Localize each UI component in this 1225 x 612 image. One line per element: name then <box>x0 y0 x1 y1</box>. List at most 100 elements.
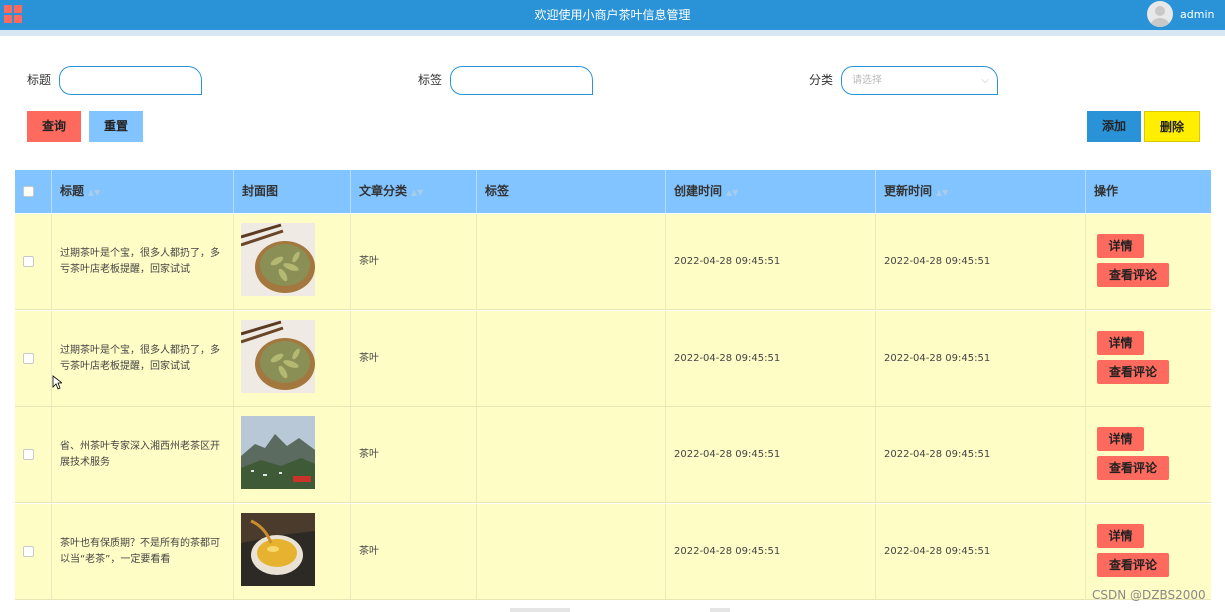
row-updated-time: 2022-04-28 09:45:51 <box>884 449 991 460</box>
cover-cell <box>234 503 351 600</box>
sort-icon: ▲▼ <box>726 188 739 197</box>
cover-image <box>241 416 315 489</box>
row-created-time: 2022-04-28 09:45:51 <box>674 352 781 364</box>
row-updated-time: 2022-04-28 09:45:51 <box>884 545 991 557</box>
column-header-actions: 操作 <box>1094 184 1119 198</box>
cover-image <box>241 223 315 296</box>
created-cell: 2022-04-28 09:45:51 <box>666 503 876 600</box>
checkbox-cell <box>15 503 52 600</box>
tag-cell <box>477 503 666 600</box>
cover-image <box>241 512 315 586</box>
pagination-next <box>710 608 730 612</box>
tag-label: 标签 <box>418 73 443 87</box>
tag-cell <box>477 214 666 310</box>
row-category: 茶叶 <box>359 545 379 557</box>
table-row: 过期茶叶是个宝，很多人都扔了，多亏茶叶店老板提醒，回家试试 茶叶 2022-04-2… <box>15 214 1211 310</box>
category-cell: 茶叶 <box>351 310 477 407</box>
view-comments-button[interactable]: 查看评论 <box>1097 456 1169 480</box>
cover-cell <box>234 214 351 310</box>
detail-button[interactable]: 详情 <box>1097 523 1144 548</box>
table-row: 茶叶也有保质期？不是所有的茶都可以当“老茶”，一定要看看 茶叶 2022-04-28… <box>15 503 1211 600</box>
cover-cell <box>234 407 351 503</box>
column-header-title[interactable]: 标题 ▲▼ <box>52 170 234 213</box>
column-header-cover: 封面图 <box>234 170 351 213</box>
view-comments-button[interactable]: 查看评论 <box>1097 359 1169 384</box>
column-header-tag: 标签 <box>477 170 666 213</box>
pagination <box>510 608 570 612</box>
title-cell: 茶叶也有保质期？不是所有的茶都可以当“老茶”，一定要看看 <box>52 503 234 600</box>
category-cell: 茶叶 <box>351 214 477 310</box>
cover-image <box>241 319 315 393</box>
header-checkbox-cell <box>15 170 52 213</box>
sort-icon: ▲▼ <box>411 188 424 197</box>
actions-cell: 详情 查看评论 <box>1086 504 1211 600</box>
row-category: 茶叶 <box>359 449 379 460</box>
tag-cell <box>477 407 666 503</box>
mouse-cursor-icon <box>52 375 62 390</box>
detail-button[interactable]: 详情 <box>1097 330 1144 355</box>
row-created-time: 2022-04-28 09:45:51 <box>674 449 781 460</box>
user-avatar-icon[interactable] <box>1147 1 1173 27</box>
title-cell: 过期茶叶是个宝，很多人都扔了，多亏茶叶店老板提醒，回家试试 <box>52 214 234 310</box>
top-bar-strip <box>0 30 1225 36</box>
created-cell: 2022-04-28 09:45:51 <box>666 214 876 310</box>
title-cell: 过期茶叶是个宝，很多人都扔了，多亏茶叶店老板提醒，回家试试 <box>52 310 234 407</box>
column-header-category[interactable]: 文章分类 ▲▼ <box>351 170 477 213</box>
row-title: 茶叶也有保质期？不是所有的茶都可以当“老茶”，一定要看看 <box>60 537 220 565</box>
sort-icon: ▲▼ <box>936 188 949 197</box>
row-title: 过期茶叶是个宝，很多人都扔了，多亏茶叶店老板提醒，回家试试 <box>60 344 220 372</box>
table-header: 标题 ▲▼ 封面图 文章分类 ▲▼ 标签 创建时间 ▲▼ 更新时间 ▲▼ 操作 <box>15 170 1211 213</box>
actions-cell: 详情 查看评论 <box>1086 214 1211 310</box>
category-select[interactable]: 请选择 ⌵ <box>841 66 998 95</box>
query-button[interactable]: 查询 <box>27 111 81 142</box>
checkbox-cell <box>15 407 52 503</box>
reset-button[interactable]: 重置 <box>89 111 143 142</box>
category-placeholder: 请选择 <box>852 75 882 86</box>
add-button[interactable]: 添加 <box>1087 111 1141 142</box>
app-title: 欢迎使用小商户茶叶信息管理 <box>534 8 691 22</box>
delete-button[interactable]: 删除 <box>1144 111 1200 142</box>
title-cell: 省、州茶叶专家深入湘西州老茶区开展技术服务 <box>52 407 234 503</box>
row-updated-time: 2022-04-28 09:45:51 <box>884 256 991 267</box>
updated-cell: 2022-04-28 09:45:51 <box>876 310 1086 407</box>
detail-button[interactable]: 详情 <box>1097 234 1144 258</box>
created-cell: 2022-04-28 09:45:51 <box>666 407 876 503</box>
row-title: 省、州茶叶专家深入湘西州老茶区开展技术服务 <box>60 441 220 468</box>
updated-cell: 2022-04-28 09:45:51 <box>876 503 1086 600</box>
row-title: 过期茶叶是个宝，很多人都扔了，多亏茶叶店老板提醒，回家试试 <box>60 248 220 275</box>
row-category: 茶叶 <box>359 352 379 364</box>
updated-cell: 2022-04-28 09:45:51 <box>876 214 1086 310</box>
tag-input[interactable] <box>450 66 593 95</box>
view-comments-button[interactable]: 查看评论 <box>1097 552 1169 577</box>
row-category: 茶叶 <box>359 256 379 267</box>
row-checkbox[interactable] <box>23 545 34 557</box>
cover-cell <box>234 310 351 407</box>
user-name[interactable]: admin <box>1180 0 1214 30</box>
tag-cell <box>477 310 666 407</box>
column-header-created[interactable]: 创建时间 ▲▼ <box>666 170 876 213</box>
row-created-time: 2022-04-28 09:45:51 <box>674 256 781 267</box>
created-cell: 2022-04-28 09:45:51 <box>666 310 876 407</box>
title-input[interactable] <box>59 66 202 95</box>
row-checkbox[interactable] <box>23 256 34 267</box>
category-cell: 茶叶 <box>351 407 477 503</box>
table-row: 过期茶叶是个宝，很多人都扔了，多亏茶叶店老板提醒，回家试试 茶叶 2022-04-2… <box>15 310 1211 407</box>
row-created-time: 2022-04-28 09:45:51 <box>674 545 781 557</box>
detail-button[interactable]: 详情 <box>1097 427 1144 451</box>
column-header-updated[interactable]: 更新时间 ▲▼ <box>876 170 1086 213</box>
checkbox-cell <box>15 214 52 310</box>
watermark: CSDN @DZBS2000 <box>1092 588 1206 602</box>
row-updated-time: 2022-04-28 09:45:51 <box>884 352 991 364</box>
chevron-down-icon: ⌵ <box>981 75 989 86</box>
checkbox-cell <box>15 310 52 407</box>
actions-cell: 详情 查看评论 <box>1086 407 1211 503</box>
table-row: 省、州茶叶专家深入湘西州老茶区开展技术服务 茶叶 2022-04-28 09:45:… <box>15 407 1211 503</box>
row-checkbox[interactable] <box>23 449 34 460</box>
select-all-checkbox[interactable] <box>23 186 34 197</box>
updated-cell: 2022-04-28 09:45:51 <box>876 407 1086 503</box>
category-label: 分类 <box>809 73 834 87</box>
row-checkbox[interactable] <box>23 352 34 364</box>
title-label: 标题 <box>27 73 52 87</box>
view-comments-button[interactable]: 查看评论 <box>1097 263 1169 287</box>
sort-icon: ▲▼ <box>88 188 101 197</box>
